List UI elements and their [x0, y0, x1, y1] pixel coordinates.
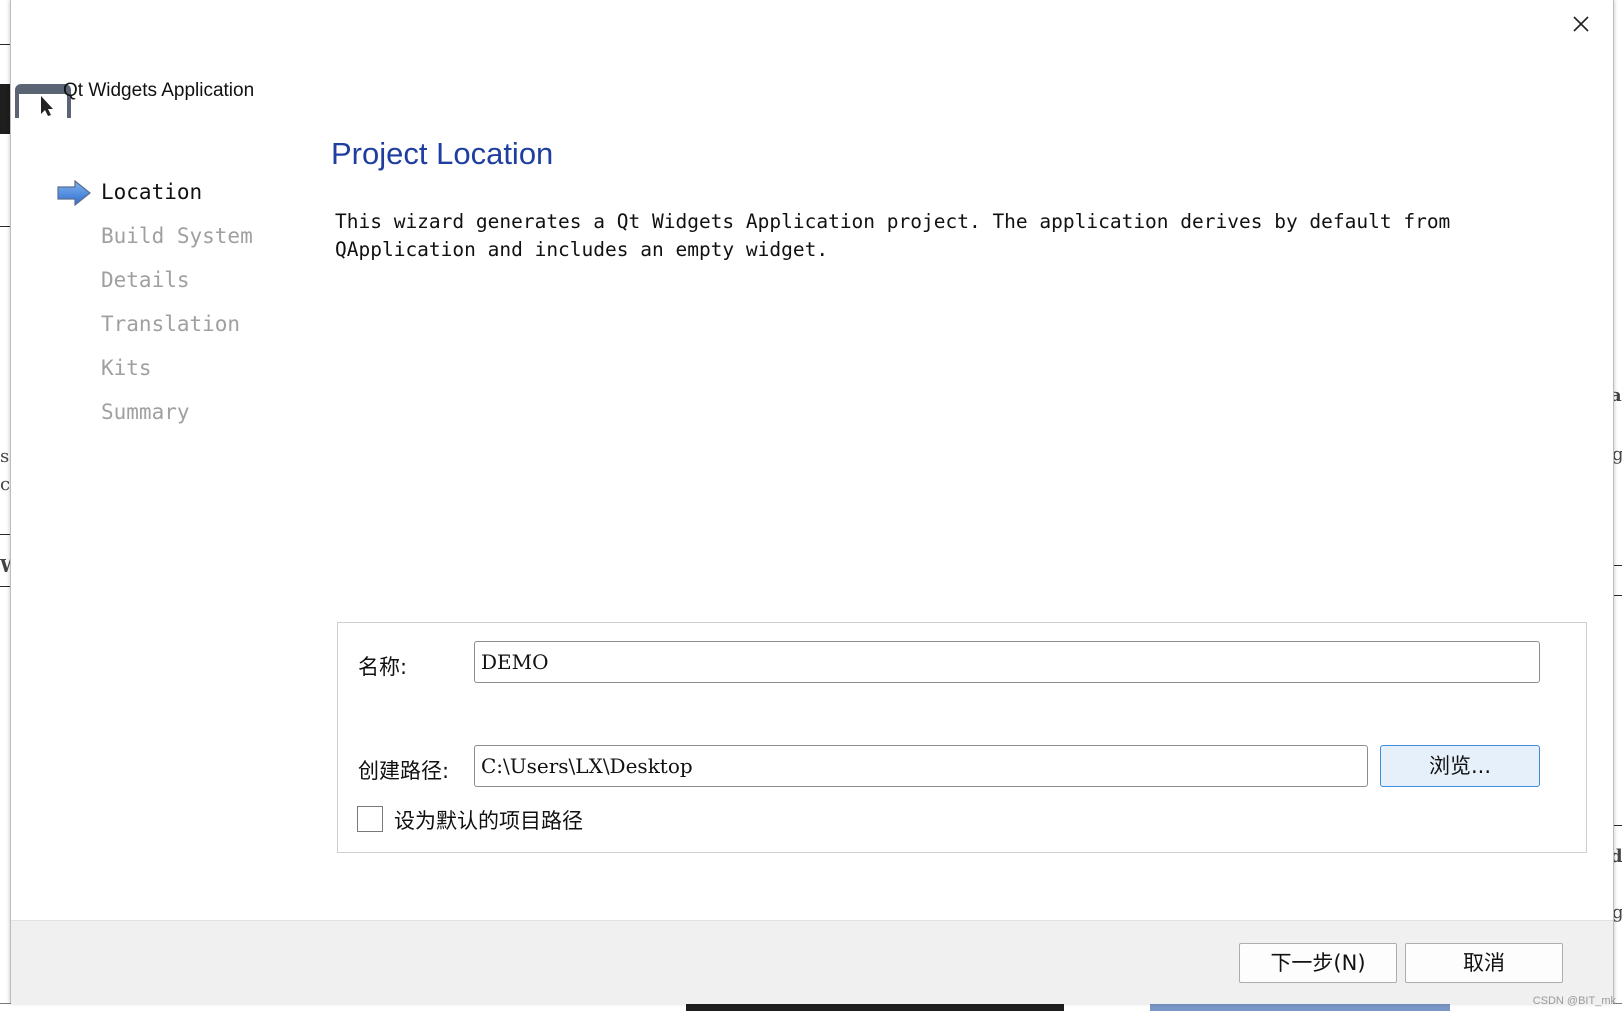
background-dark-strip	[686, 1004, 1064, 1011]
wizard-title: Qt Widgets Application	[63, 80, 255, 101]
page-description: This wizard generates a Qt Widgets Appli…	[335, 210, 1451, 261]
background-line	[0, 44, 10, 45]
project-location-form: 名称: 创建路径: 浏览... 设为默认的项目路径	[337, 622, 1587, 853]
step-details: Details	[47, 258, 307, 302]
background-text-fragment: c	[0, 474, 11, 495]
default-path-checkbox-label[interactable]: 设为默认的项目路径	[394, 805, 583, 835]
step-label: Summary	[101, 400, 190, 424]
name-label: 名称:	[358, 655, 408, 679]
close-icon	[1573, 16, 1589, 32]
new-project-wizard-dialog: Qt Widgets Application Location Build Sy…	[10, 0, 1614, 1004]
wizard-steps: Location Build System Details Translatio…	[47, 170, 307, 434]
close-button[interactable]	[1567, 10, 1595, 38]
step-translation: Translation	[47, 302, 307, 346]
background-line	[0, 226, 10, 227]
project-name-input[interactable]	[474, 641, 1540, 683]
default-path-checkbox[interactable]	[357, 806, 383, 832]
step-build-system: Build System	[47, 214, 307, 258]
background-dark-strip	[0, 84, 10, 134]
step-location: Location	[47, 170, 307, 214]
step-label: Details	[101, 268, 190, 292]
project-path-input[interactable]	[474, 745, 1368, 787]
wizard-footer: 下一步(N) 取消	[11, 920, 1613, 1004]
background-line	[0, 534, 10, 535]
step-label: Translation	[101, 312, 241, 336]
cancel-button[interactable]: 取消	[1405, 943, 1563, 983]
background-line	[0, 586, 10, 587]
step-label: Build System	[101, 224, 253, 248]
step-label: Kits	[101, 356, 152, 380]
background-text-fragment: s	[0, 446, 10, 467]
path-label: 创建路径:	[358, 759, 450, 783]
step-kits: Kits	[47, 346, 307, 390]
step-summary: Summary	[47, 390, 307, 434]
wizard-header: Qt Widgets Application	[15, 78, 315, 118]
watermark: CSDN @BIT_mk	[1532, 995, 1616, 1007]
next-button[interactable]: 下一步(N)	[1239, 943, 1397, 983]
background-line	[1150, 1004, 1450, 1011]
step-label: Location	[101, 180, 203, 204]
browse-button[interactable]: 浏览...	[1380, 745, 1540, 787]
current-step-arrow-icon	[57, 180, 91, 206]
page-title: Project Location	[331, 136, 554, 171]
